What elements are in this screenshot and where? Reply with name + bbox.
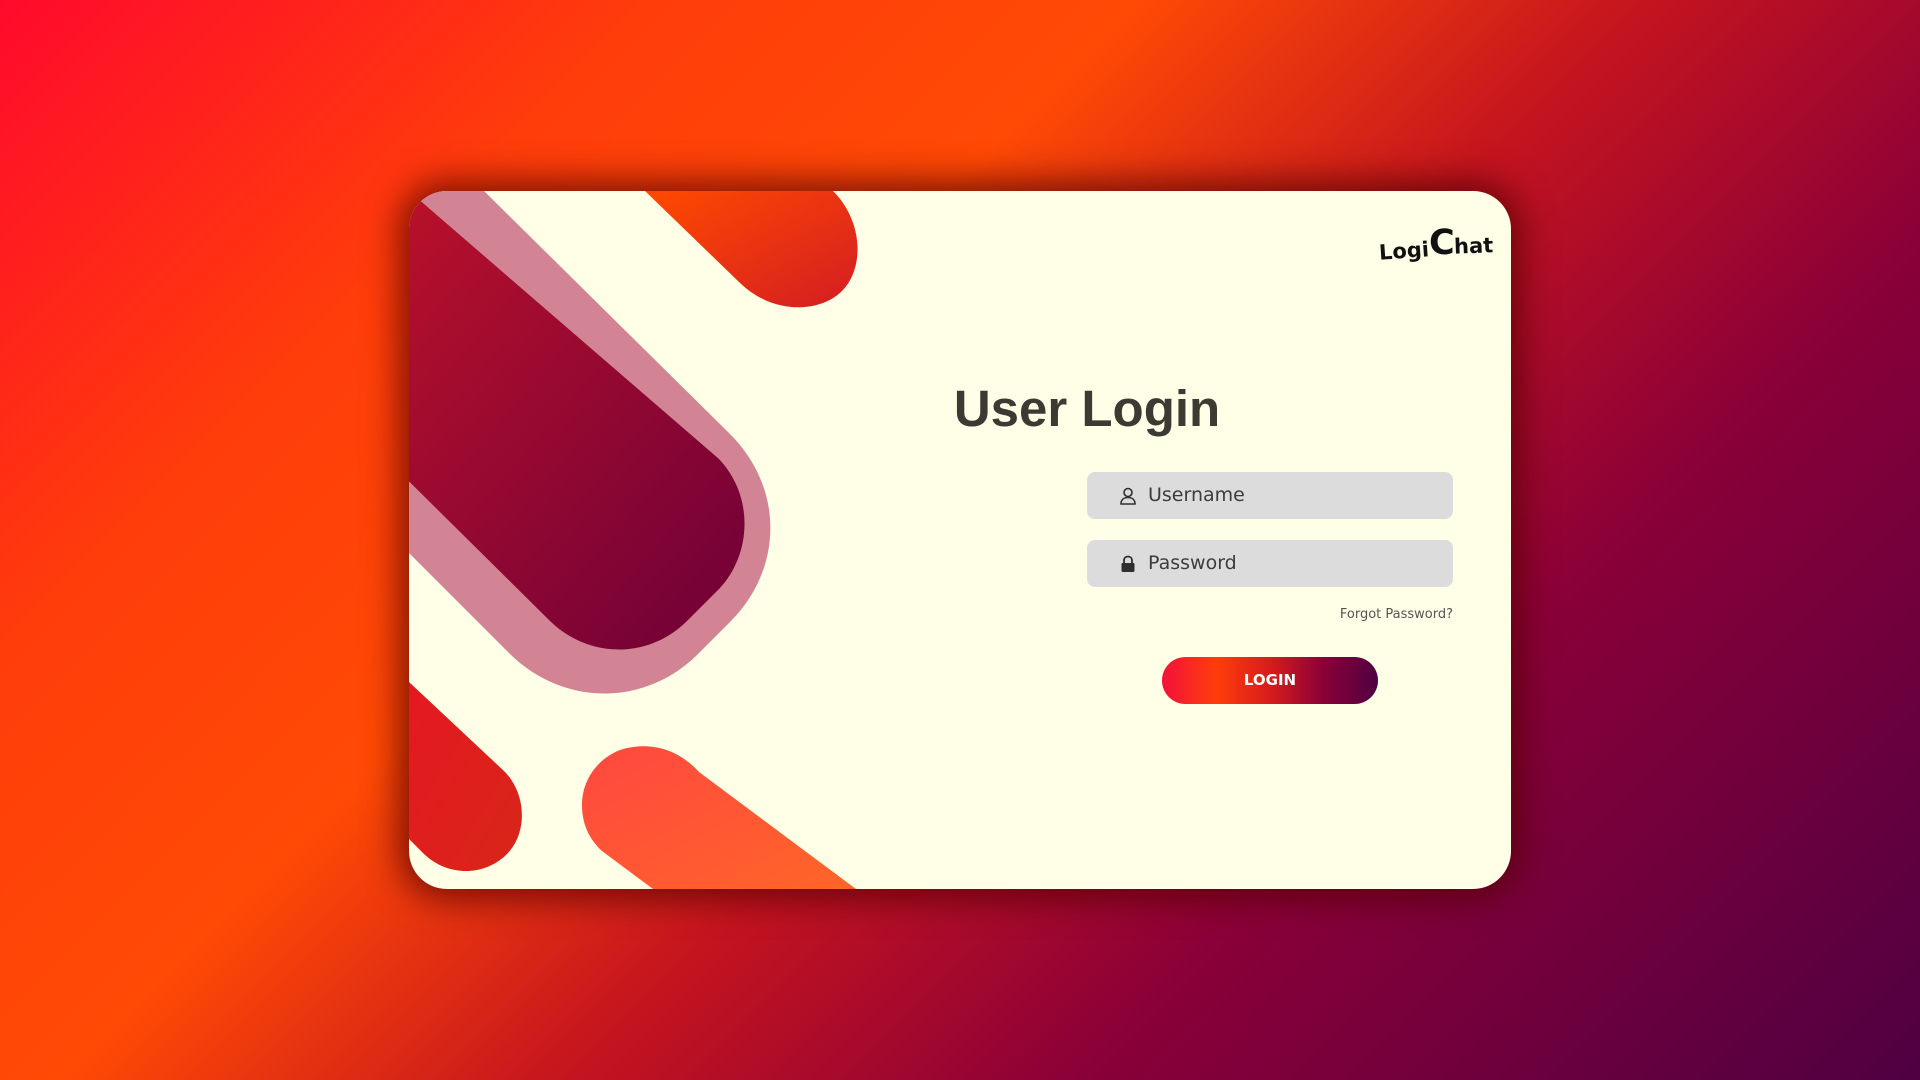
top-red-capsule xyxy=(645,191,858,308)
password-placeholder: Password xyxy=(1148,552,1237,574)
user-icon xyxy=(1120,487,1136,505)
username-input[interactable]: Username xyxy=(1087,472,1453,519)
bottom-orange-capsule xyxy=(582,746,856,889)
lock-icon xyxy=(1121,555,1135,572)
login-button[interactable]: LOGIN xyxy=(1162,657,1378,704)
main-diagonal-capsule xyxy=(409,191,771,694)
left-red-capsule xyxy=(409,682,522,872)
forgot-password-link[interactable]: Forgot Password? xyxy=(1253,607,1453,622)
logo-text-logi: Logi xyxy=(1378,237,1430,265)
username-placeholder: Username xyxy=(1148,484,1245,506)
app-logo: Logi C hat xyxy=(1369,221,1504,271)
logo-text-hat: hat xyxy=(1453,233,1494,259)
password-input[interactable]: Password xyxy=(1087,540,1453,587)
logo-text-c: C xyxy=(1429,223,1455,263)
page-title: User Login xyxy=(953,380,1221,437)
